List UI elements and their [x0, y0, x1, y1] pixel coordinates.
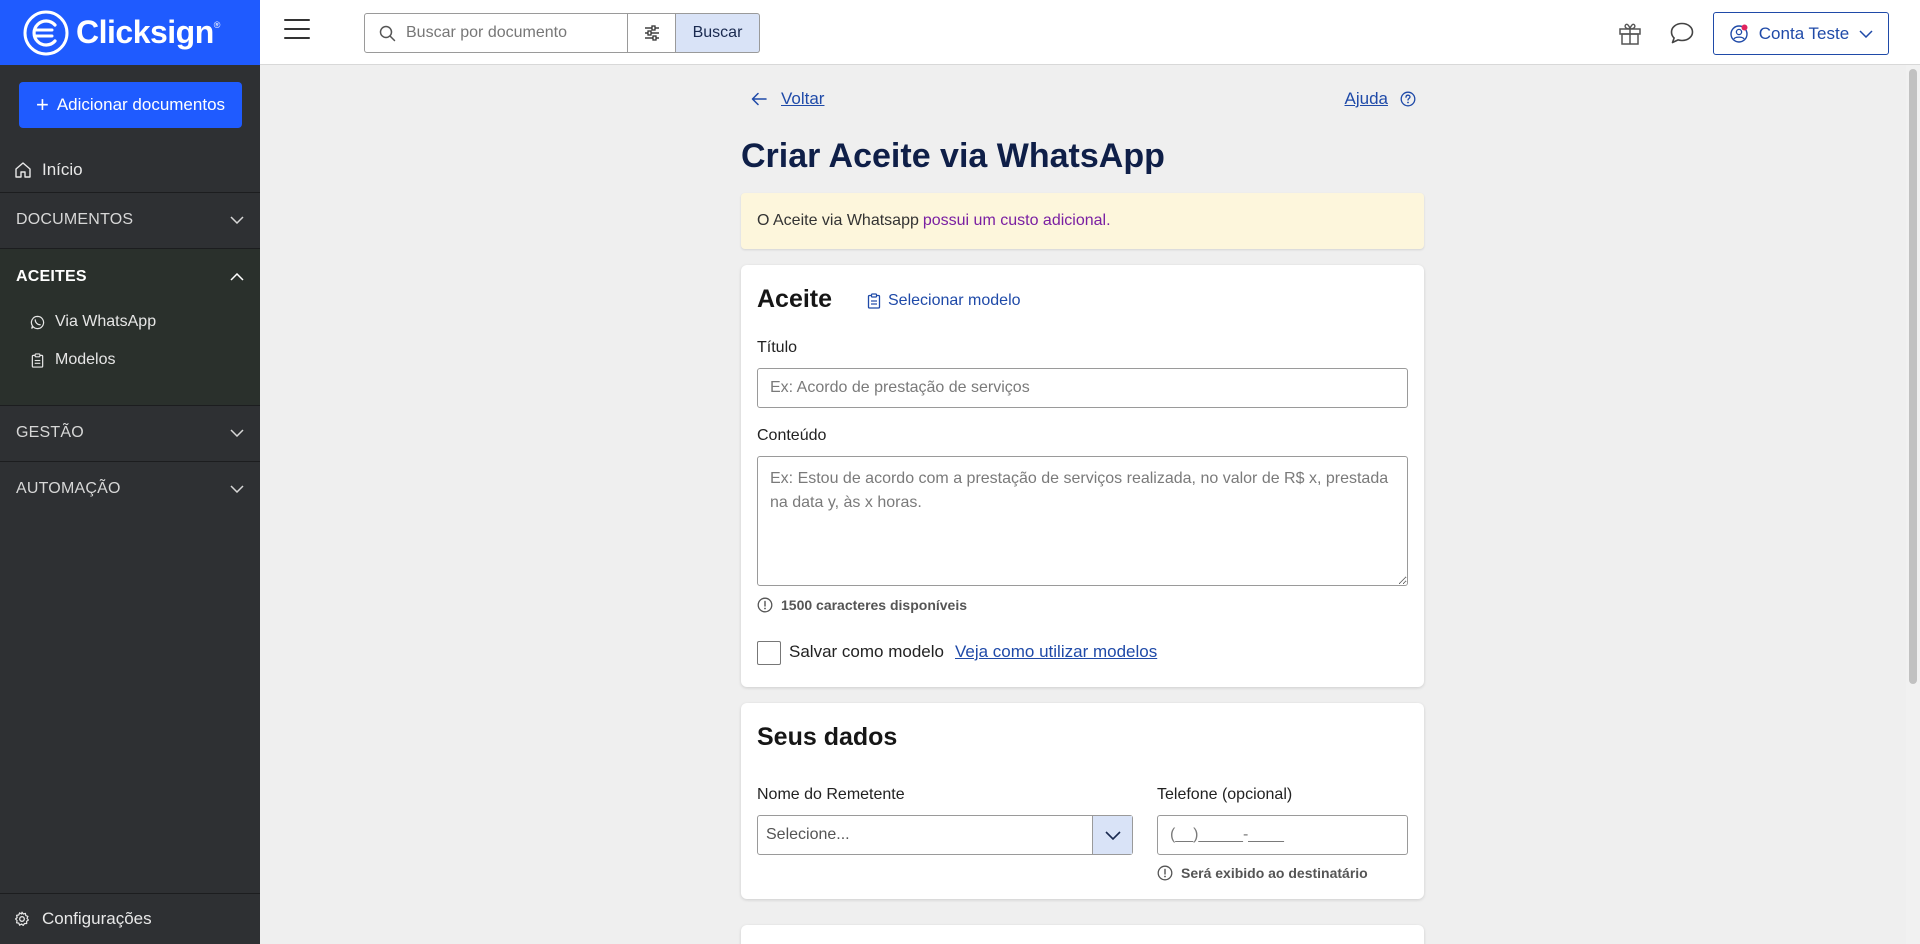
add-documents-button[interactable]: + Adicionar documentos	[19, 82, 242, 128]
home-icon	[15, 162, 31, 178]
title-field-label: Título	[757, 339, 798, 356]
sidebar-item-label: Via WhatsApp	[55, 313, 157, 330]
select-model-button[interactable]: Selecionar modelo	[867, 292, 1021, 310]
add-documents-label: Adicionar documentos	[56, 95, 226, 114]
account-menu-button[interactable]: Conta Teste	[1713, 12, 1889, 55]
sender-name-label: Nome do Remetente	[757, 786, 905, 803]
help-label: Ajuda	[1344, 89, 1388, 108]
next-card	[741, 925, 1424, 944]
save-as-model-checkbox[interactable]	[757, 641, 781, 665]
content-textarea[interactable]	[757, 456, 1408, 586]
logo[interactable]: Clicksign®	[0, 0, 260, 65]
chevron-down-icon	[230, 485, 244, 493]
sidebar: Clicksign® + Adicionar documentos Início…	[0, 0, 260, 944]
chevron-up-icon	[230, 273, 244, 281]
menu-icon[interactable]	[284, 19, 310, 41]
search-input[interactable]	[406, 24, 606, 42]
sidebar-item-inicio[interactable]: Início	[0, 148, 260, 192]
search-icon	[379, 25, 396, 41]
info-circle-icon	[757, 597, 773, 613]
clipboard-icon	[31, 352, 44, 368]
sidebar-section-gestao[interactable]: GESTÃO	[0, 405, 260, 461]
sender-select-value: Selecione...	[766, 826, 850, 843]
help-link[interactable]: Ajuda	[1345, 89, 1416, 109]
phone-hint: Será exibido ao destinatário	[1157, 865, 1368, 881]
aceites-section: ACEITES Via WhatsApp Modelos	[0, 249, 260, 405]
sidebar-item-via-whatsapp[interactable]: Via WhatsApp	[30, 313, 156, 331]
phone-hint-text: Será exibido ao destinatário	[1181, 865, 1368, 881]
search-button-label: Buscar	[692, 24, 743, 41]
scrollbar-thumb[interactable]	[1909, 69, 1917, 684]
sender-data-card: Seus dados Nome do Remetente Selecione..…	[741, 703, 1424, 899]
chat-icon[interactable]	[1667, 18, 1697, 48]
cost-notice: O Aceite via Whatsapp possui um custo ad…	[741, 193, 1424, 249]
page-title: Criar Aceite via WhatsApp	[741, 137, 1165, 175]
notice-text: O Aceite via Whatsapp	[757, 212, 919, 229]
arrow-left-icon	[751, 92, 767, 106]
search-button[interactable]: Buscar	[676, 13, 760, 53]
plus-icon: +	[35, 92, 49, 117]
content-field-label: Conteúdo	[757, 427, 827, 444]
gear-icon	[15, 911, 29, 926]
clicksign-logo-icon	[23, 10, 69, 55]
back-link[interactable]: Voltar	[751, 89, 824, 109]
clipboard-icon	[867, 293, 881, 309]
gift-icon[interactable]	[1615, 18, 1645, 48]
help-circle-icon	[1400, 91, 1416, 107]
back-label: Voltar	[781, 89, 825, 108]
sliders-icon	[644, 25, 659, 41]
search-field	[364, 13, 628, 53]
page-scrollbar[interactable]	[1906, 65, 1920, 944]
chars-hint-text: 1500 caracteres disponíveis	[781, 597, 968, 613]
chevron-down-icon	[230, 429, 244, 437]
sender-name-select[interactable]: Selecione...	[757, 815, 1133, 855]
aceite-card-title: Aceite	[757, 285, 833, 313]
sender-data-card-title: Seus dados	[757, 723, 898, 751]
aceite-card: Aceite Selecionar modelo Título Conteúdo…	[741, 265, 1424, 687]
phone-label: Telefone (opcional)	[1157, 786, 1293, 803]
chevron-down-icon	[1859, 29, 1873, 38]
title-input[interactable]	[757, 368, 1408, 408]
search-bar: Buscar	[364, 13, 760, 53]
chars-available-hint: 1500 caracteres disponíveis	[757, 597, 967, 613]
account-label: Conta Teste	[1758, 23, 1850, 43]
user-gear-icon	[1730, 24, 1748, 43]
how-to-use-models-link[interactable]: Veja como utilizar modelos	[955, 642, 1157, 662]
section-label: DOCUMENTOS	[16, 211, 134, 228]
save-as-model-label[interactable]: Salvar como modelo	[789, 642, 944, 662]
sidebar-section-aceites[interactable]: ACEITES	[0, 249, 260, 305]
top-bar: Buscar Conta Teste	[260, 0, 1920, 65]
chevron-down-icon	[230, 216, 244, 224]
chevron-down-icon[interactable]	[1092, 816, 1132, 854]
sidebar-item-label: Modelos	[55, 351, 116, 368]
section-label: AUTOMAÇÃO	[16, 480, 121, 497]
brand-name: Clicksign®	[76, 14, 220, 50]
notice-accent-text: possui um custo adicional.	[922, 212, 1111, 229]
section-label: ACEITES	[16, 268, 87, 285]
info-circle-icon	[1157, 865, 1173, 881]
settings-label: Configurações	[42, 909, 152, 928]
sidebar-section-documentos[interactable]: DOCUMENTOS	[0, 192, 260, 248]
sidebar-item-label: Início	[42, 160, 83, 179]
select-model-label: Selecionar modelo	[888, 292, 1021, 309]
filter-button[interactable]	[628, 13, 676, 53]
phone-input[interactable]	[1157, 815, 1408, 855]
whatsapp-icon	[30, 315, 45, 329]
sidebar-item-configuracoes[interactable]: Configurações	[0, 893, 260, 944]
sidebar-section-automacao[interactable]: AUTOMAÇÃO	[0, 461, 260, 517]
sidebar-item-modelos[interactable]: Modelos	[30, 351, 115, 369]
section-label: GESTÃO	[16, 424, 84, 441]
